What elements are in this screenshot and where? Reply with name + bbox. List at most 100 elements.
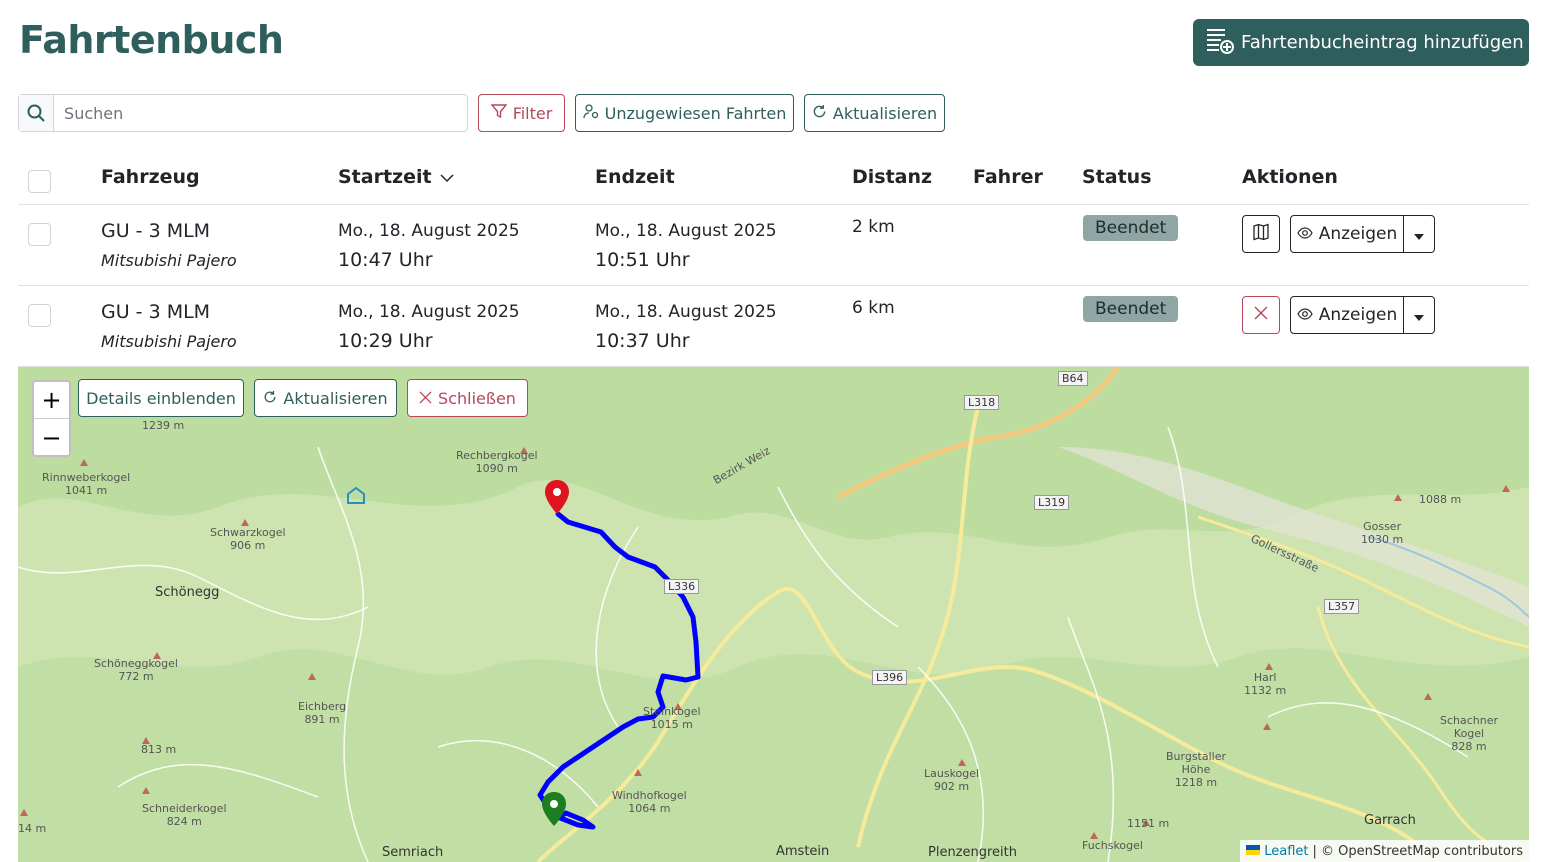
map-place-label: Plenzengreith: [928, 845, 1018, 860]
start-date: Mo., 18. August 2025: [338, 302, 520, 322]
zoom-in-button[interactable]: +: [34, 382, 69, 419]
column-header-vehicle: Fahrzeug: [101, 166, 200, 188]
trip-map[interactable]: 1239 m Rechbergkogel 1090 m Rinnweberkoge…: [18, 367, 1529, 862]
road-label: L318: [964, 395, 1000, 410]
zoom-out-button[interactable]: −: [34, 419, 69, 456]
row-checkbox[interactable]: [28, 223, 51, 246]
zoom-control: + −: [32, 380, 71, 457]
map-label: Gosser 1030 m: [1361, 520, 1404, 546]
filter-icon: [490, 103, 508, 123]
map-label: Lauskogel 902 m: [924, 767, 980, 793]
add-logbook-entry-button[interactable]: Fahrtenbucheintrag hinzufügen: [1193, 19, 1529, 66]
map-tiles: [18, 367, 1529, 862]
caret-down-icon: [1414, 306, 1424, 325]
add-button-label: Fahrtenbucheintrag hinzufügen: [1241, 32, 1524, 53]
road-label: L357: [1324, 599, 1360, 614]
select-all-checkbox[interactable]: [28, 170, 51, 193]
table-header: Fahrzeug Startzeit Endzeit Distanz Fahre…: [18, 152, 1529, 205]
view-label: Anzeigen: [1318, 224, 1398, 244]
distance-cell: 6 km: [852, 298, 895, 318]
start-time: 10:47 Uhr: [338, 249, 433, 271]
map-icon: [1252, 223, 1270, 245]
vehicle-cell: GU - 3 MLM Mitsubishi Pajero: [101, 297, 237, 357]
show-details-button[interactable]: Details einblenden: [78, 379, 244, 417]
view-button[interactable]: Anzeigen: [1290, 215, 1404, 253]
view-button-group: Anzeigen: [1290, 215, 1435, 253]
hide-map-button[interactable]: [1242, 296, 1280, 334]
vehicle-plate: GU - 3 MLM: [101, 301, 211, 323]
search-box: [18, 94, 468, 132]
column-header-start[interactable]: Startzeit: [338, 166, 454, 188]
map-label: Schwarzkogel 906 m: [210, 526, 286, 552]
map-label: 813 m: [141, 743, 177, 756]
column-header-driver: Fahrer: [973, 166, 1043, 188]
end-time: 10:51 Uhr: [595, 249, 690, 271]
show-on-map-button[interactable]: [1242, 215, 1280, 253]
view-button-group: Anzeigen: [1290, 296, 1435, 334]
filter-label: Filter: [512, 103, 553, 123]
column-header-start-label: Startzeit: [338, 166, 432, 188]
map-close-button[interactable]: Schließen: [407, 379, 528, 417]
distance-cell: 2 km: [852, 217, 895, 237]
details-label: Details einblenden: [86, 388, 236, 408]
map-label: Windhofkogel 1064 m: [612, 789, 687, 815]
row-checkbox[interactable]: [28, 304, 51, 327]
unassigned-trips-button[interactable]: Unzugewiesen Fahrten: [575, 94, 794, 132]
leaflet-link[interactable]: Leaflet: [1264, 844, 1308, 859]
user-gear-icon: [583, 103, 599, 123]
map-label: Harl 1132 m: [1244, 671, 1287, 697]
map-label: Schöneggkogel 772 m: [94, 657, 178, 683]
view-dropdown-toggle[interactable]: [1404, 215, 1435, 253]
chevron-down-icon: [440, 166, 454, 188]
refresh-icon: [812, 104, 827, 123]
caret-down-icon: [1414, 225, 1424, 244]
column-header-end: Endzeit: [595, 166, 675, 188]
close-icon: [1253, 305, 1269, 325]
start-cell: Mo., 18. August 2025 10:29 Uhr: [338, 298, 520, 356]
view-button[interactable]: Anzeigen: [1290, 296, 1404, 334]
map-close-label: Schließen: [438, 388, 516, 408]
map-refresh-label: Aktualisieren: [283, 388, 388, 408]
eye-icon: [1297, 224, 1313, 244]
map-label: 1088 m: [1419, 493, 1462, 506]
map-label: Steinkogel 1015 m: [643, 705, 701, 731]
map-label: Fuchskogel: [1082, 839, 1143, 852]
map-attribution: Leaflet | © OpenStreetMap contributors: [1240, 840, 1529, 862]
refresh-button[interactable]: Aktualisieren: [804, 94, 945, 132]
table-row: GU - 3 MLM Mitsubishi Pajero Mo., 18. Au…: [18, 205, 1529, 286]
table-row: GU - 3 MLM Mitsubishi Pajero Mo., 18. Au…: [18, 286, 1529, 367]
start-date: Mo., 18. August 2025: [338, 221, 520, 241]
map-label: Rinnweberkogel 1041 m: [42, 471, 131, 497]
column-header-distance: Distanz: [852, 166, 933, 188]
map-label: Rechbergkogel 1090 m: [456, 449, 538, 475]
vehicle-model: Mitsubishi Pajero: [101, 332, 237, 351]
column-header-status: Status: [1082, 166, 1152, 188]
close-icon: [419, 389, 432, 408]
attribution-text: | © OpenStreetMap contributors: [1312, 843, 1524, 859]
start-time: 10:29 Uhr: [338, 330, 433, 352]
column-header-actions: Aktionen: [1242, 166, 1338, 188]
vehicle-cell: GU - 3 MLM Mitsubishi Pajero: [101, 216, 237, 276]
road-label: L396: [872, 670, 908, 685]
ukraine-flag-icon: [1246, 844, 1261, 859]
view-label: Anzeigen: [1318, 305, 1398, 325]
search-input[interactable]: [54, 95, 467, 131]
map-label: 1151 m: [1127, 817, 1170, 830]
refresh-label: Aktualisieren: [832, 103, 938, 123]
map-place-label: Semriach: [382, 845, 444, 860]
status-badge: Beendet: [1083, 296, 1179, 322]
map-place-label: Schönegg: [155, 585, 220, 600]
filter-button[interactable]: Filter: [478, 94, 565, 132]
map-place-label: Amstein: [776, 844, 830, 859]
search-icon: [19, 95, 55, 131]
end-cell: Mo., 18. August 2025 10:37 Uhr: [595, 298, 777, 356]
end-cell: Mo., 18. August 2025 10:51 Uhr: [595, 217, 777, 275]
map-label: Schneiderkogel 824 m: [142, 802, 227, 828]
map-label: Eichberg 891 m: [298, 700, 347, 726]
status-badge: Beendet: [1083, 215, 1179, 241]
eye-icon: [1297, 305, 1313, 325]
view-dropdown-toggle[interactable]: [1404, 296, 1435, 334]
map-refresh-button[interactable]: Aktualisieren: [254, 379, 397, 417]
end-date: Mo., 18. August 2025: [595, 221, 777, 241]
end-time: 10:37 Uhr: [595, 330, 690, 352]
